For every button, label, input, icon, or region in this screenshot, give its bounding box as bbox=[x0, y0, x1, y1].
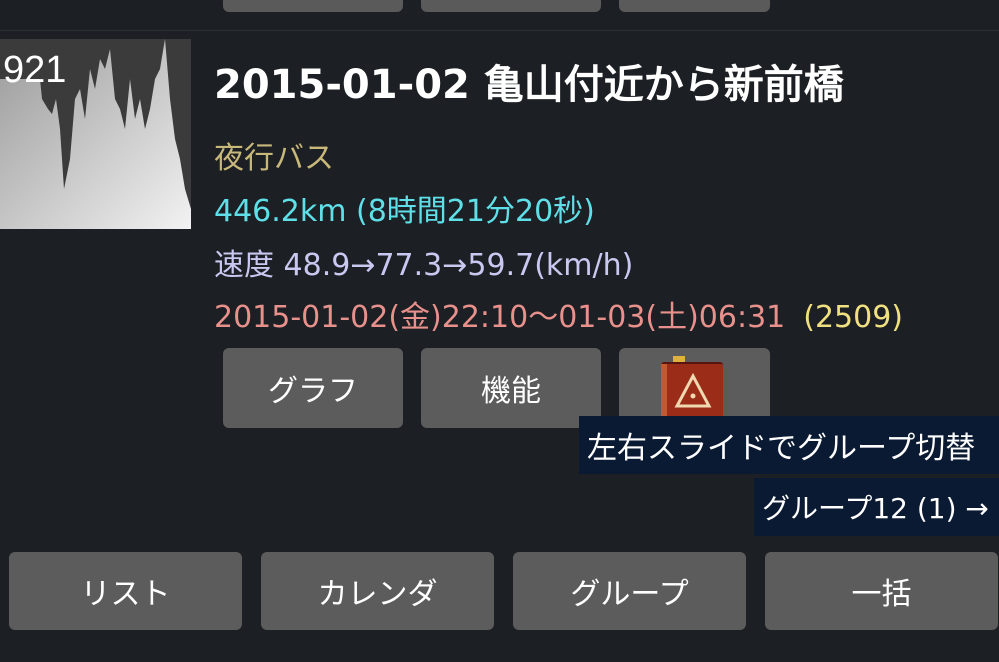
speed-summary: 速度 48.9→77.3→59.7(km/h) bbox=[214, 248, 634, 283]
row-divider bbox=[0, 30, 999, 31]
screen: 921 2015-01-02 亀山付近から新前橋 夜行バス 446.2km (8… bbox=[0, 0, 999, 662]
point-count: (2509) bbox=[803, 300, 904, 335]
distance-duration: 446.2km (8時間21分20秒) bbox=[214, 194, 595, 229]
elevation-thumbnail[interactable]: 921 bbox=[0, 39, 191, 229]
functions-button[interactable]: 機能 bbox=[421, 348, 601, 428]
prev-functions-button[interactable] bbox=[421, 0, 601, 12]
calendar-button[interactable]: カレンダ bbox=[261, 552, 494, 630]
swipe-hint: 左右スライドでグループ切替 bbox=[579, 416, 999, 474]
datetime-text: 2015-01-02(金)22:10〜01-03(土)06:31 bbox=[214, 300, 786, 335]
group-button[interactable]: グループ bbox=[513, 552, 746, 630]
list-button[interactable]: リスト bbox=[9, 552, 242, 630]
transport-type: 夜行バス bbox=[214, 141, 334, 176]
group-indicator[interactable]: グループ12 (1) → bbox=[754, 478, 999, 536]
entry-title[interactable]: 2015-01-02 亀山付近から新前橋 bbox=[214, 52, 844, 110]
prev-icon-button[interactable] bbox=[619, 0, 770, 12]
thumbnail-label: 921 bbox=[3, 49, 67, 91]
batch-button[interactable]: 一括 bbox=[765, 552, 998, 630]
book-warning-icon bbox=[661, 356, 723, 420]
graph-button[interactable]: グラフ bbox=[223, 348, 403, 428]
prev-graph-button[interactable] bbox=[223, 0, 403, 12]
datetime-range: 2015-01-02(金)22:10〜01-03(土)06:31 (2509) bbox=[214, 292, 903, 336]
